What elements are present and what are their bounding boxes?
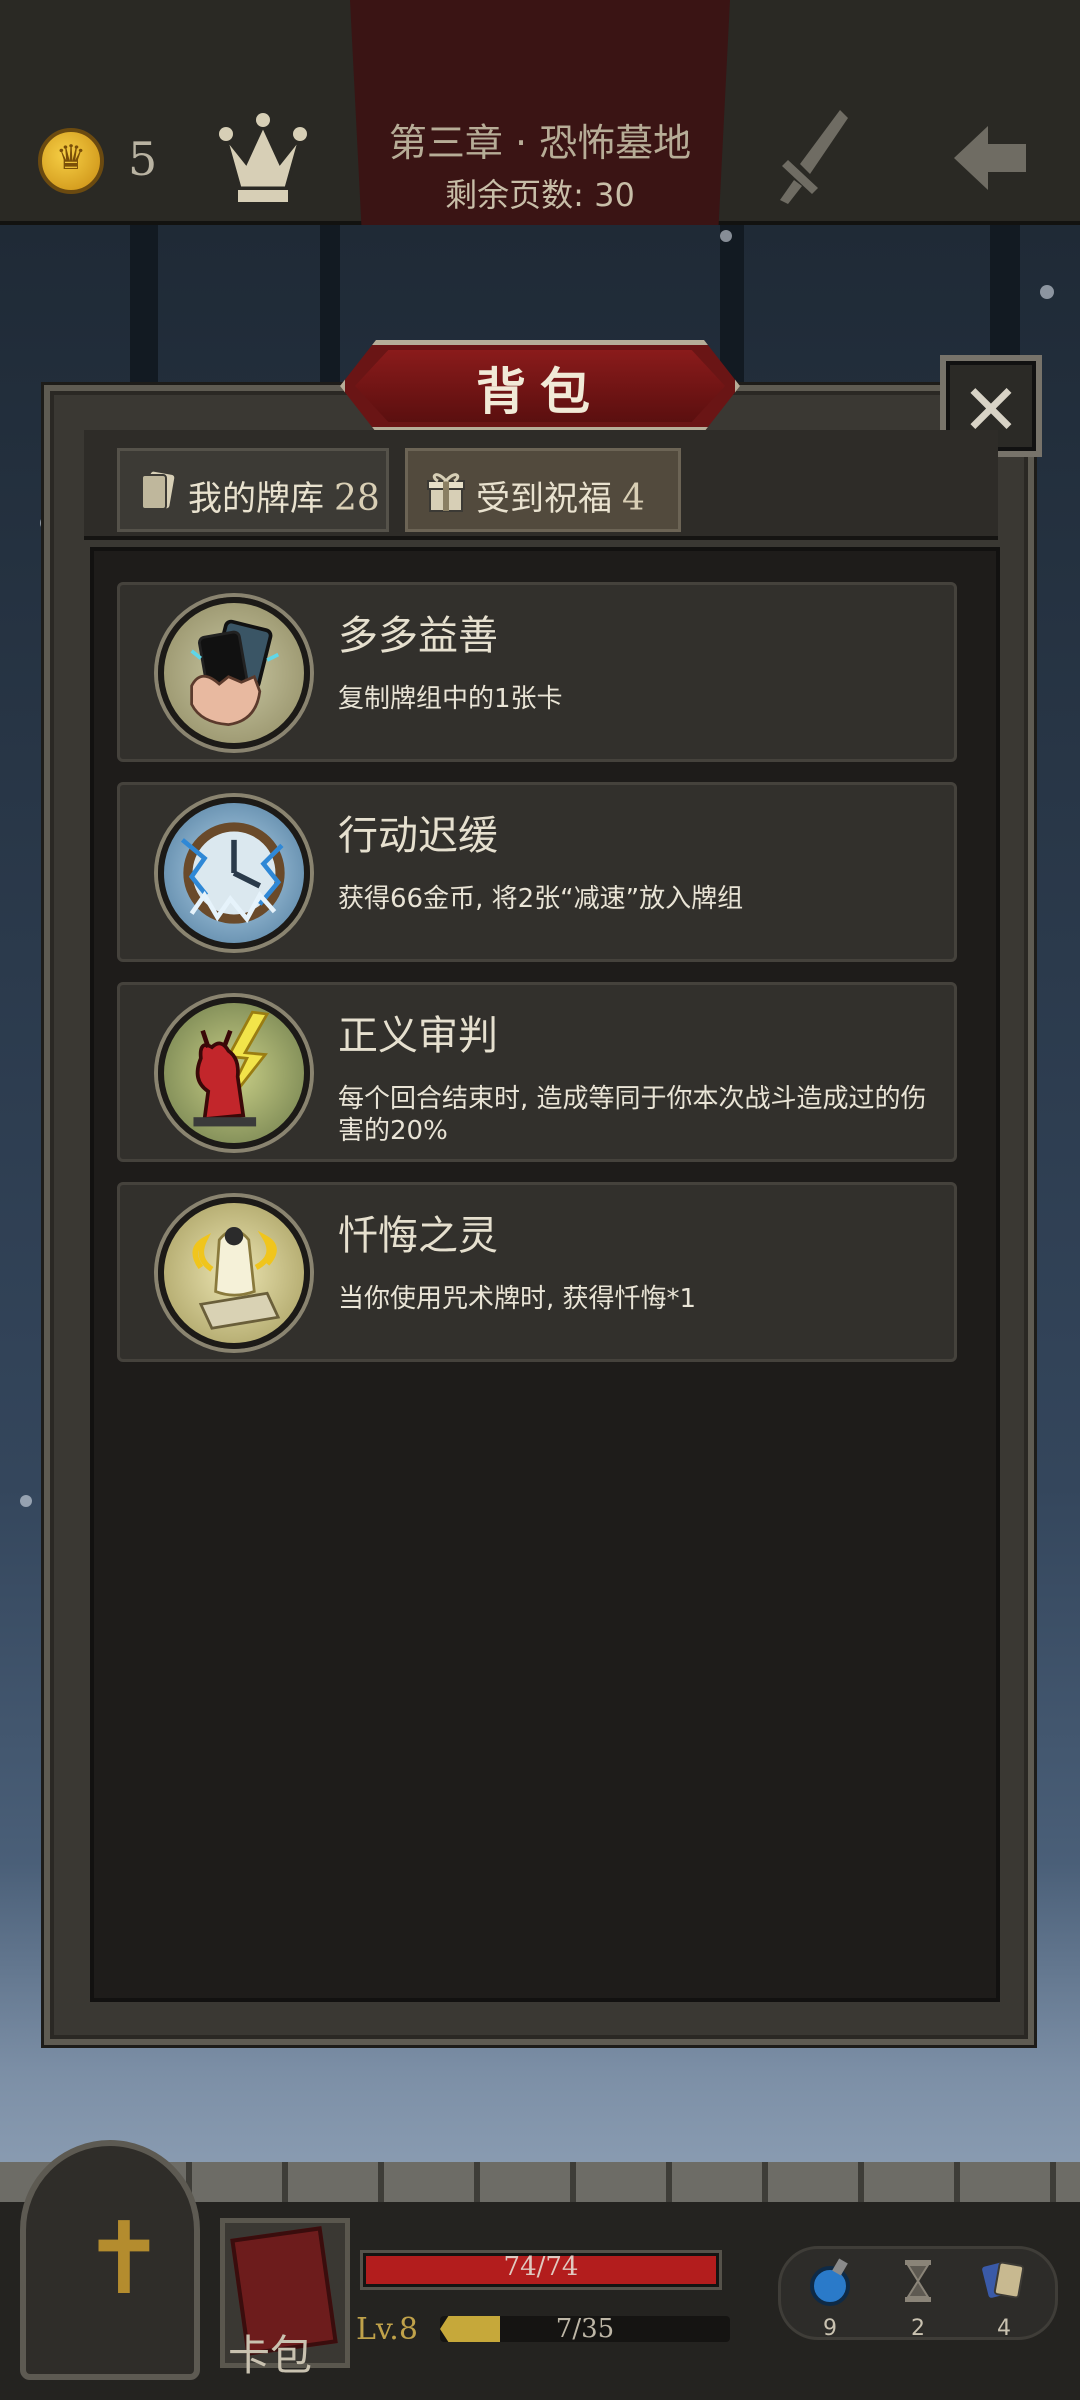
resource-potion[interactable]: 9 — [800, 2256, 860, 2341]
blessing-name: 正义审判 — [338, 1013, 498, 1059]
hand-with-cards-icon — [158, 597, 310, 749]
sword-icon[interactable] — [770, 104, 850, 208]
tab-label: 我的牌库 — [188, 479, 324, 519]
gold-count: 5 — [128, 132, 158, 186]
resource-count: 9 — [823, 2316, 837, 2341]
tab-label: 受到祝福 — [476, 479, 612, 519]
cross-icon: ✝ — [82, 2200, 166, 2317]
tab-blessings[interactable]: 受到祝福 4 — [405, 448, 681, 532]
deck-icon — [141, 471, 175, 510]
tab-count: 28 — [334, 478, 380, 519]
resource-count: 4 — [997, 2316, 1011, 2341]
hp-text: 74/74 — [503, 2252, 579, 2282]
back-arrow-icon[interactable] — [950, 118, 1030, 198]
tab-count: 4 — [622, 478, 645, 519]
frozen-clock-icon — [158, 797, 310, 949]
gold-coin-icon — [38, 128, 104, 194]
repentant-spirit-icon — [158, 1197, 310, 1349]
tab-my-deck[interactable]: 我的牌库 28 — [117, 448, 389, 532]
modal-title: 背包 — [476, 363, 604, 421]
cards-icon — [982, 2261, 1025, 2299]
blessing-item[interactable]: 正义审判 每个回合结束时, 造成等同于你本次战斗造成过的伤害的20% — [117, 982, 957, 1162]
blessing-name: 多多益善 — [338, 613, 498, 659]
card-pack-label: 卡包 — [228, 2331, 313, 2380]
lightning-demon-icon — [158, 997, 310, 1149]
blessing-item[interactable]: 忏悔之灵 当你使用咒术牌时, 获得忏悔*1 — [117, 1182, 957, 1362]
blessing-description: 每个回合结束时, 造成等同于你本次战斗造成过的伤害的20% — [338, 1084, 927, 1146]
resource-cards[interactable]: 4 — [974, 2256, 1034, 2341]
level-text: Lv.8 — [356, 2312, 418, 2347]
potion-icon — [810, 2258, 850, 2306]
blessing-description: 获得66金币, 将2张“减速”放入牌组 — [338, 884, 744, 914]
chapter-title: 第三章 · 恐怖墓地 — [388, 121, 692, 165]
blessing-item[interactable]: 多多益善 复制牌组中的1张卡 — [117, 582, 957, 762]
gift-icon — [427, 473, 465, 512]
blessing-item[interactable]: 行动迟缓 获得66金币, 将2张“减速”放入牌组 — [117, 782, 957, 962]
blessing-description: 当你使用咒术牌时, 获得忏悔*1 — [338, 1284, 697, 1314]
blessing-name: 行动迟缓 — [338, 813, 498, 859]
resource-hourglass[interactable]: 2 — [888, 2256, 948, 2341]
xp-text: 7/35 — [555, 2314, 615, 2344]
resource-count: 2 — [911, 2316, 925, 2341]
blessing-description: 复制牌组中的1张卡 — [338, 684, 563, 714]
hourglass-icon — [905, 2260, 931, 2302]
pages-remaining: 剩余页数: 30 — [445, 176, 635, 214]
blessing-name: 忏悔之灵 — [338, 1213, 498, 1259]
crown-icon[interactable] — [218, 108, 308, 208]
